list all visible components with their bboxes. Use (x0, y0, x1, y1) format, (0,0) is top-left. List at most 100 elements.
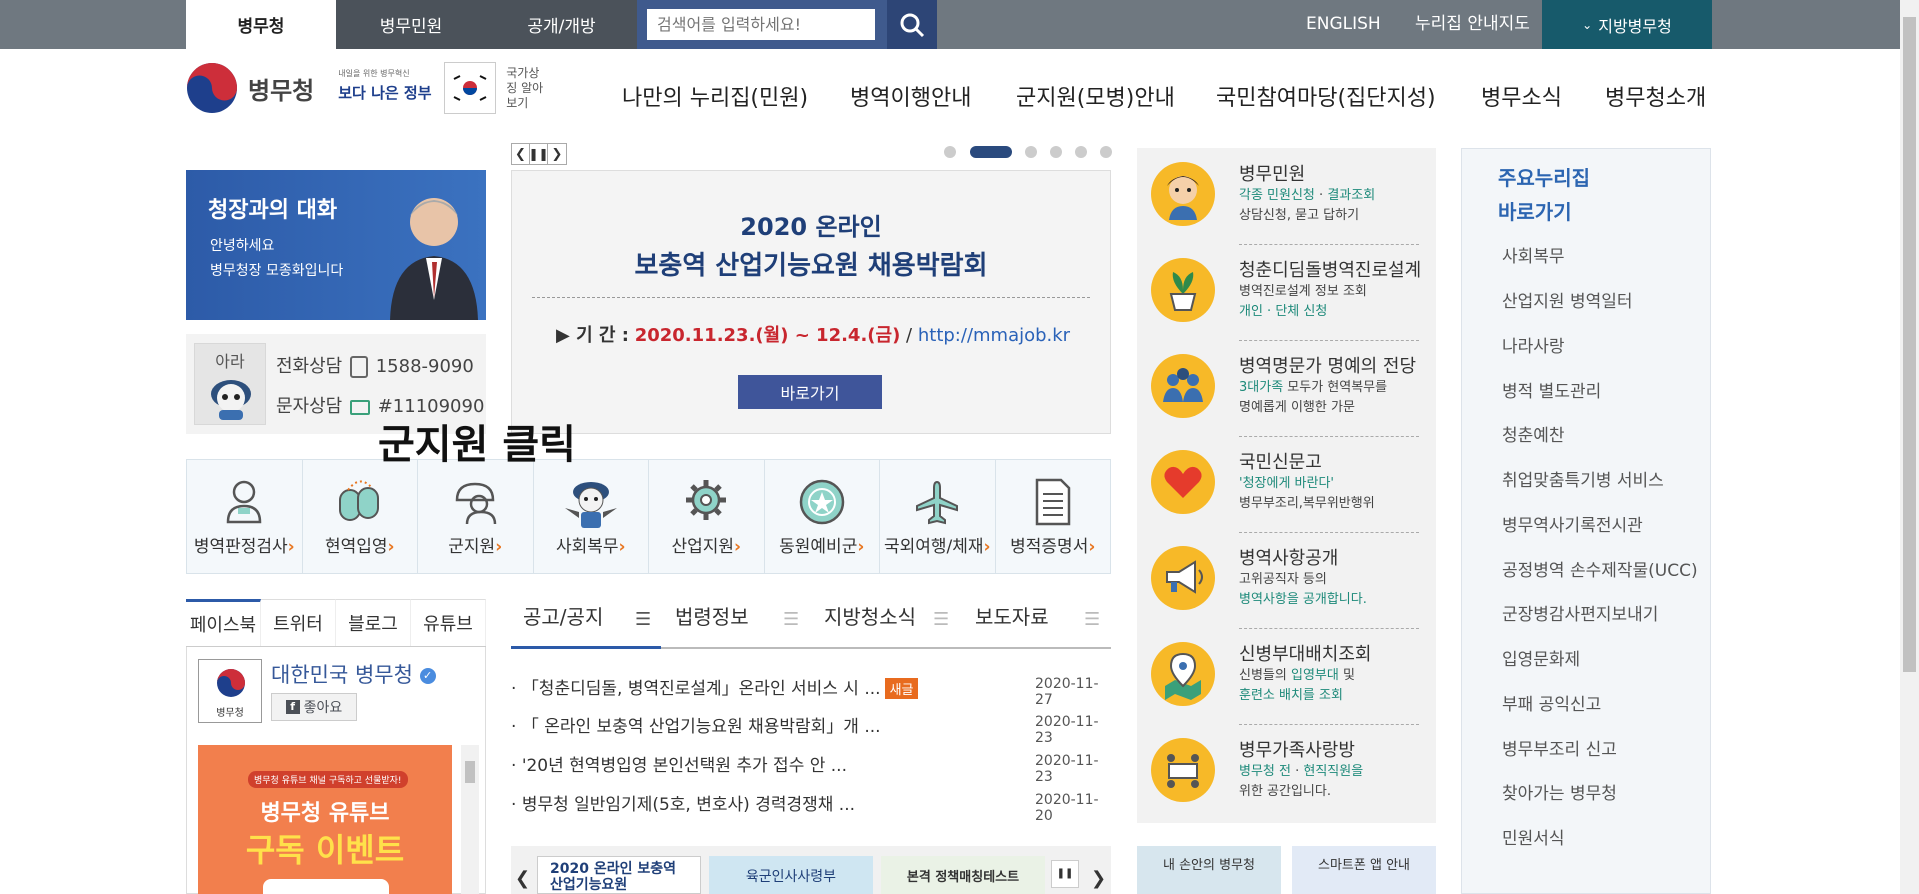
quick-icon-certificate[interactable]: 병적증명서› (996, 460, 1111, 573)
slide-dot-3[interactable] (1025, 146, 1037, 158)
slide-dot-6[interactable] (1100, 146, 1112, 158)
quick-icon-overseas[interactable]: 국외여행/체재› (880, 460, 996, 573)
news-item[interactable]: · 병무청 일반임기제(5호, 변호사) 경력경쟁채 ... 2020-11-20 (511, 790, 1111, 824)
quick-link[interactable]: 나라사랑 (1502, 332, 1565, 357)
logo-area[interactable]: 병무청 내일을 위한 병무혁신 보다 나은 정부 국가상징 알아보기 (186, 62, 550, 114)
service-petition[interactable]: 국민신문고 '청장에게 바란다' 병무부조리,복무위반행위 (1137, 436, 1436, 532)
tile-app-guide[interactable]: 스마트폰 앱 안내 (1292, 846, 1436, 894)
helmet-soldier-icon (455, 482, 497, 525)
search-input[interactable] (647, 9, 875, 40)
like-button[interactable]: f 좋아요 (271, 693, 357, 721)
quick-link[interactable]: 민원서식 (1502, 824, 1565, 849)
phone-icon (349, 356, 368, 378)
quick-link[interactable]: 취업맞춤특기병 서비스 (1502, 466, 1664, 491)
service-unit-lookup[interactable]: 신병부대배치조회 신병들의 입영부대 및 훈련소 배치를 조회 (1137, 628, 1436, 724)
news-item[interactable]: · 「청춘디딤돌, 병역진로설계」온라인 서비스 시 ... 새글 2020-11-… (511, 674, 1111, 708)
main-banner[interactable]: 2020 온라인 보충역 산업기능요원 채용박람회 ▶ 기 간 : 2020.1… (511, 170, 1111, 434)
pause-icon[interactable]: ❚❚ (1051, 860, 1079, 888)
quick-link[interactable]: 입영문화제 (1502, 645, 1580, 670)
news-title: 「 온라인 보충역 산업기능요원 채용박람회」개 ... (521, 717, 881, 737)
quick-link[interactable]: 군장병감사편지보내기 (1502, 600, 1658, 625)
service-disclosure[interactable]: 병역사항공개 고위공직자 등의 병역사항을 공개합니다. (1137, 532, 1436, 628)
search-button[interactable] (887, 0, 937, 49)
quick-icon-reserve[interactable]: 동원예비군› (765, 460, 880, 573)
gnb-about[interactable]: 병무청소개 (1605, 80, 1706, 112)
menu-icon[interactable]: ☰ (783, 609, 799, 630)
news-date: 2020-11-27 (1035, 676, 1099, 708)
slide-dot-active[interactable] (970, 146, 1012, 158)
news-title: 「청춘디딤돌, 병역진로설계」온라인 서비스 시 ... (521, 679, 881, 699)
slide-dot-4[interactable] (1050, 146, 1062, 158)
service-civil[interactable]: 병무민원 각종 민원신청 · 결과조회 상담신청, 묻고 답하기 (1137, 148, 1436, 244)
quick-icon-industry[interactable]: 산업지원› (649, 460, 765, 573)
popup-thumb-3[interactable]: 본격 정책매칭테스트 (881, 856, 1045, 894)
service-title: 신병부대배치조회 (1239, 644, 1372, 665)
banner-url[interactable]: http://mmajob.kr (918, 325, 1070, 346)
slide-dot-1[interactable] (944, 146, 956, 158)
news-item[interactable]: · '20년 현역병입영 본인선택원 추가 접수 안 ... 2020-11-23 (511, 751, 1111, 785)
meeting-table-icon (1151, 738, 1215, 802)
quick-icon-exam[interactable]: 병역판정검사› (187, 460, 303, 573)
commissioner-card[interactable]: 청장과의 대화 안녕하세요 병무청장 모종화입니다 (186, 170, 486, 320)
service-career[interactable]: 청춘디딤돌병역진로설계 병역진로설계 정보 조회 개인 · 단체 신청 (1137, 244, 1436, 340)
tab-mma[interactable]: 병무청 (186, 0, 336, 49)
national-symbol-label[interactable]: 국가상징 알아보기 (506, 66, 550, 111)
quick-link[interactable]: 찾아가는 병무청 (1502, 779, 1617, 804)
gnb-participation[interactable]: 국민참여마당(집단지성) (1216, 80, 1436, 112)
facebook-page-name[interactable]: 대한민국 병무청 ✓ (271, 659, 436, 689)
youtube-promo-post[interactable]: 병무청 유튜브 채널 구독하고 선물받자! 병무청 유튜브 구독 이벤트 (198, 745, 452, 894)
english-link[interactable]: ENGLISH (1306, 0, 1381, 49)
quick-icon-enlist[interactable]: 현역입영› (303, 460, 418, 573)
gnb-enlistment[interactable]: 군지원(모병)안내 (1016, 80, 1175, 112)
quick-icon-social[interactable]: 사회복무› (534, 460, 649, 573)
gnb-military-service[interactable]: 병역이행안내 (850, 80, 971, 112)
prev-arrow-icon[interactable]: ❮ (515, 868, 530, 889)
tab-twitter[interactable]: 트위터 (261, 599, 336, 646)
news-item[interactable]: · 「 온라인 보충역 산업기능요원 채용박람회」개 ... 2020-11-23 (511, 712, 1111, 746)
tab-facebook[interactable]: 페이스북 (186, 599, 261, 646)
quick-link[interactable]: 공정병역 손수제작물(UCC) (1502, 556, 1698, 581)
quick-link[interactable]: 병무역사기록전시관 (1502, 511, 1643, 536)
slide-dot-5[interactable] (1075, 146, 1087, 158)
tab-law[interactable]: 법령정보 (675, 599, 749, 649)
sitemap-link[interactable]: 누리집 안내지도 (1415, 0, 1530, 49)
quick-link[interactable]: 산업지원 병역일터 (1502, 287, 1633, 312)
service-honor[interactable]: 병역명문가 명예의 전당 3대가족 모두가 현역복무를 명예롭게 이행한 가문 (1137, 340, 1436, 436)
tab-open[interactable]: 공개/개방 (486, 0, 637, 49)
tile-mobile-mma[interactable]: 내 손안의 병무청 (1137, 846, 1281, 894)
quick-link[interactable]: 청춘예찬 (1502, 421, 1565, 446)
pause-icon[interactable]: ❚❚ (528, 144, 549, 164)
gnb-my-site[interactable]: 나만의 누리집(민원) (622, 80, 808, 112)
quick-link[interactable]: 부패 공익신고 (1502, 690, 1601, 715)
national-flag-icon[interactable] (444, 62, 497, 114)
menu-icon[interactable]: ☰ (933, 609, 949, 630)
tab-blog[interactable]: 블로그 (336, 599, 411, 646)
tab-civil[interactable]: 병무민원 (336, 0, 486, 49)
widget-scrollbar[interactable] (461, 745, 479, 894)
next-arrow-icon[interactable]: ❯ (1091, 868, 1106, 889)
phone-consult[interactable]: 전화상담 1588-9090 (276, 352, 474, 378)
taeguk-logo-icon (187, 63, 237, 113)
gnb-news[interactable]: 병무소식 (1481, 80, 1562, 112)
menu-icon[interactable]: ☰ (635, 609, 651, 630)
banner-go-button[interactable]: 바로가기 (738, 375, 882, 409)
quick-icon-volunteer[interactable]: 군지원› (418, 460, 534, 573)
tab-press[interactable]: 보도자료 (975, 599, 1049, 649)
popup-thumb-1[interactable]: 2020 온라인 보충역 산업기능요원 (537, 856, 701, 894)
tab-notice[interactable]: 공고/공지 (523, 599, 603, 649)
menu-icon[interactable]: ☰ (1084, 609, 1100, 630)
facebook-avatar[interactable]: 병무청 (198, 659, 262, 723)
prev-arrow-icon[interactable]: ❮ (512, 144, 530, 164)
service-family-room[interactable]: 병무가족사랑방 병무청 전 · 현직직원을 위한 공간입니다. (1137, 724, 1436, 820)
quick-link[interactable]: 병무부조리 신고 (1502, 735, 1617, 760)
scrollbar-thumb[interactable] (1903, 17, 1916, 672)
quick-link[interactable]: 사회복무 (1502, 242, 1565, 267)
sns-tabs: 페이스북 트위터 블로그 유튜브 (186, 599, 486, 647)
tab-youtube[interactable]: 유튜브 (411, 599, 486, 646)
quick-link[interactable]: 병적 별도관리 (1502, 377, 1601, 402)
tab-regional-news[interactable]: 지방청소식 (824, 599, 916, 649)
popup-thumb-2[interactable]: 육군인사사령부 (709, 856, 873, 894)
gear-icon (686, 480, 727, 520)
regional-office-button[interactable]: ⌄ 지방병무청 (1542, 0, 1712, 49)
next-arrow-icon[interactable]: ❯ (548, 144, 566, 164)
